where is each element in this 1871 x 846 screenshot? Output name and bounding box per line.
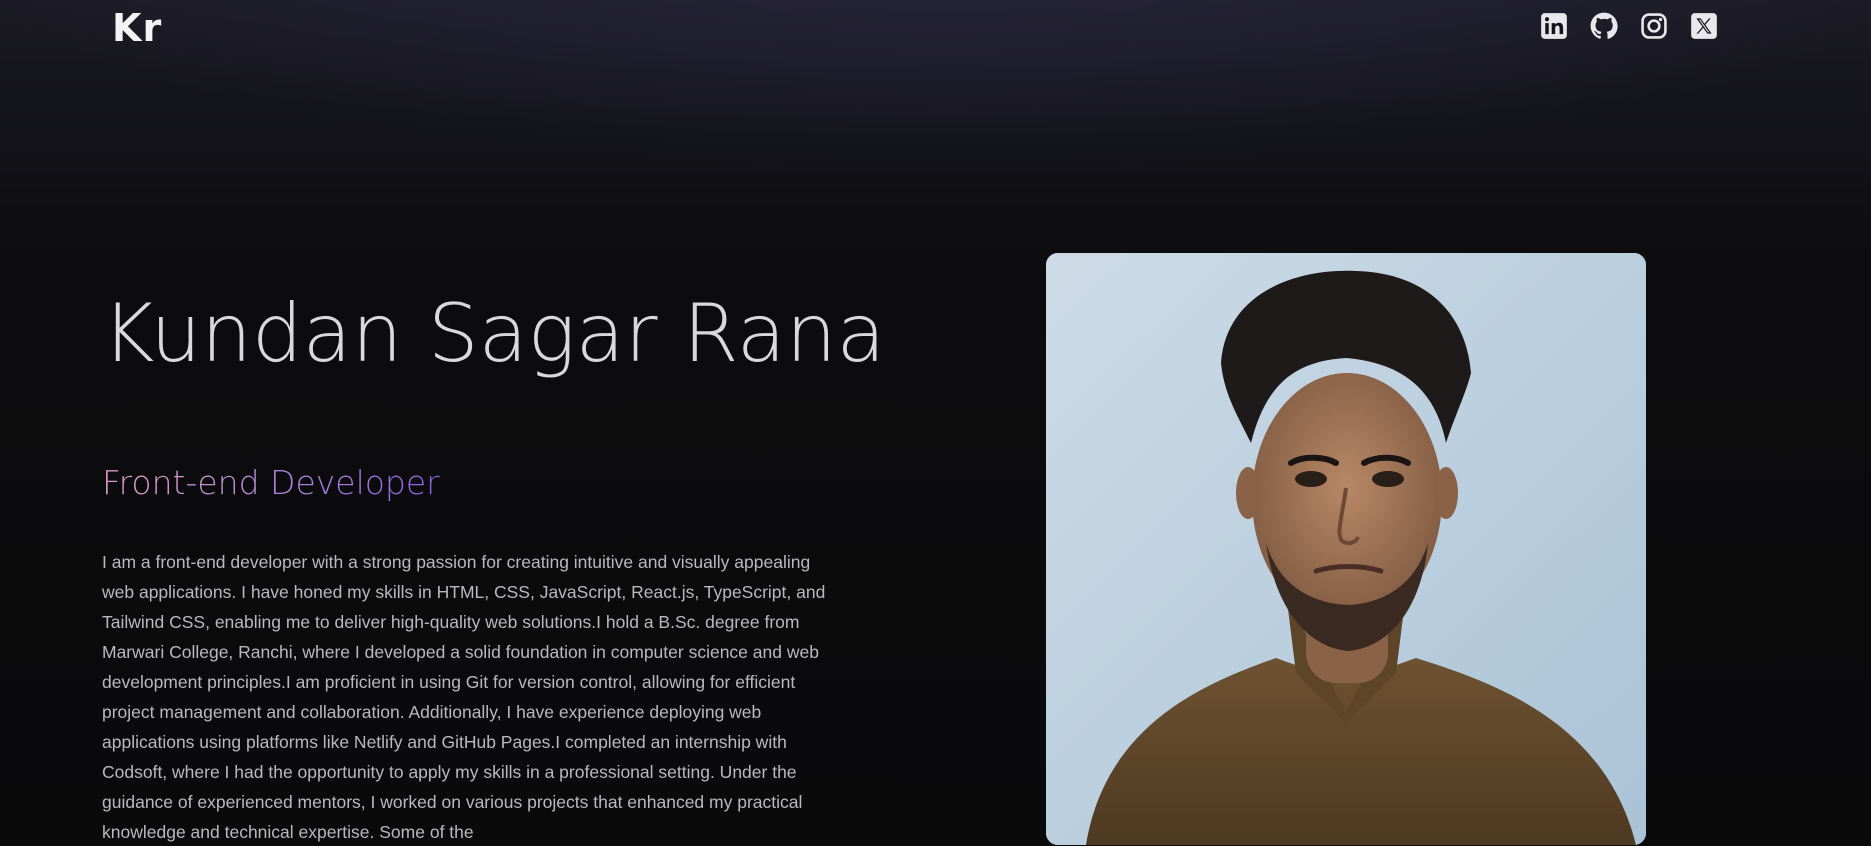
hero-name: Kundan Sagar Rana bbox=[102, 287, 886, 380]
linkedin-icon[interactable] bbox=[1540, 12, 1568, 40]
bio-paragraph: I am a front-end developer with a strong… bbox=[102, 552, 826, 842]
logo[interactable]: Kr bbox=[112, 6, 162, 50]
top-navbar: Kr bbox=[0, 0, 1871, 56]
instagram-icon[interactable] bbox=[1640, 12, 1668, 40]
profile-photo bbox=[1046, 253, 1646, 845]
x-icon[interactable] bbox=[1690, 12, 1718, 40]
role-title: Front-end Developer bbox=[102, 461, 440, 505]
social-links bbox=[1540, 12, 1718, 40]
github-icon[interactable] bbox=[1590, 12, 1618, 40]
